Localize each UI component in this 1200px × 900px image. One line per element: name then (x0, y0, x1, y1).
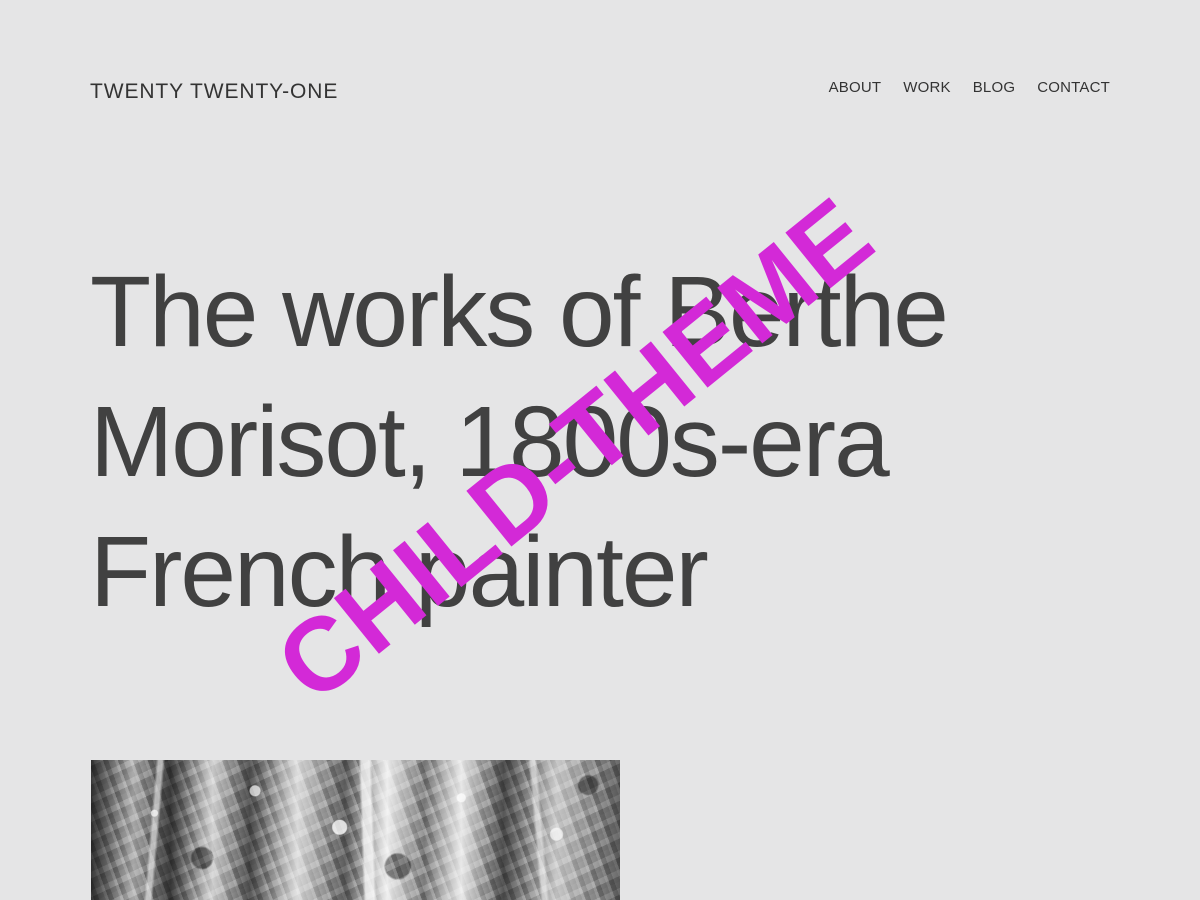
hero-title-line: Morisot, 1800s-era (90, 386, 890, 498)
site-header: TWENTY TWENTY-ONE ABOUT WORK BLOG CONTAC… (90, 74, 1110, 108)
site-title: TWENTY TWENTY-ONE (90, 80, 338, 104)
nav-item-blog: BLOG (973, 79, 1015, 97)
nav-item-about: ABOUT (829, 79, 882, 97)
hero-title: The works of Berthe Morisot, 1800s-era F… (90, 247, 1120, 637)
featured-painting-image (91, 760, 620, 900)
nav-link-blog[interactable]: BLOG (973, 79, 1015, 97)
nav-link-work[interactable]: WORK (903, 79, 950, 97)
hero-title-line: The works of Berthe (90, 256, 949, 368)
hero-title-line: French painter (90, 516, 709, 628)
primary-navigation: ABOUT WORK BLOG CONTACT (829, 79, 1110, 97)
site-title-link[interactable]: TWENTY TWENTY-ONE (90, 80, 338, 103)
nav-item-work: WORK (903, 79, 950, 97)
nav-link-about[interactable]: ABOUT (829, 79, 882, 97)
nav-item-contact: CONTACT (1037, 79, 1110, 97)
nav-link-contact[interactable]: CONTACT (1037, 79, 1110, 97)
